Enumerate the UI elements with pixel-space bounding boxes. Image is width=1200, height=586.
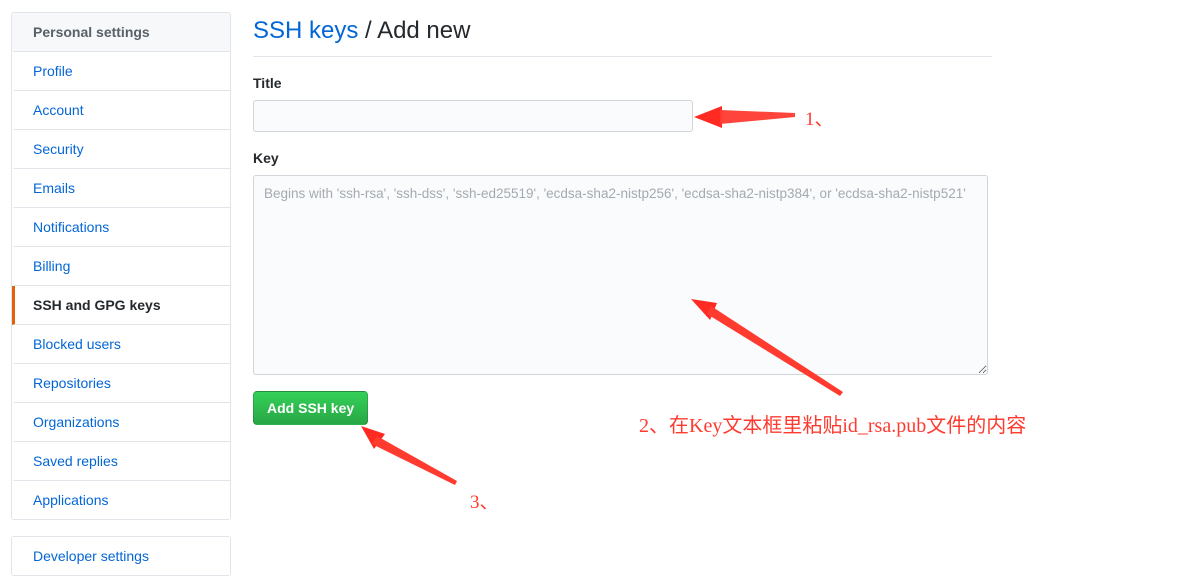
sidebar-item-account[interactable]: Account [12,91,230,130]
key-field-block: Key [253,148,993,375]
add-ssh-key-form: Title Key Add SSH key [253,73,993,425]
page-header: SSH keys / Add new [253,0,992,57]
sidebar-header-personal-settings: Personal settings [12,13,230,52]
sidebar-item-emails[interactable]: Emails [12,169,230,208]
page-title: SSH keys / Add new [253,16,992,46]
title-field-block: Title [253,73,993,132]
key-label: Key [253,150,279,166]
breadcrumb-current: Add new [377,17,471,44]
sidebar-item-profile[interactable]: Profile [12,52,230,91]
sidebar-group-personal-settings: Personal settings Profile Account Securi… [11,12,231,520]
key-textarea[interactable] [253,175,988,375]
add-ssh-key-button[interactable]: Add SSH key [253,391,369,425]
sidebar-item-saved-replies[interactable]: Saved replies [12,442,230,481]
sidebar-item-billing[interactable]: Billing [12,247,230,286]
settings-sidebar: Personal settings Profile Account Securi… [11,12,231,576]
submit-row: Add SSH key [253,391,993,425]
breadcrumb-ssh-keys-link[interactable]: SSH keys [253,17,358,44]
sidebar-item-applications[interactable]: Applications [12,481,230,519]
sidebar-item-repositories[interactable]: Repositories [12,364,230,403]
sidebar-item-security[interactable]: Security [12,130,230,169]
sidebar-item-organizations[interactable]: Organizations [12,403,230,442]
sidebar-item-developer-settings[interactable]: Developer settings [12,537,230,575]
annotation-step-3-label: 3、 [470,492,499,513]
title-label: Title [253,75,282,91]
title-input[interactable] [253,100,693,132]
sidebar-item-blocked-users[interactable]: Blocked users [12,325,230,364]
sidebar-item-ssh-and-gpg-keys[interactable]: SSH and GPG keys [12,286,230,325]
main-content: SSH keys / Add new Title Key Add SSH key [253,0,993,425]
sidebar-item-notifications[interactable]: Notifications [12,208,230,247]
annotation-arrow-3-icon [361,426,457,485]
sidebar-group-developer-settings: Developer settings [11,536,231,576]
breadcrumb-separator: / [365,17,372,44]
